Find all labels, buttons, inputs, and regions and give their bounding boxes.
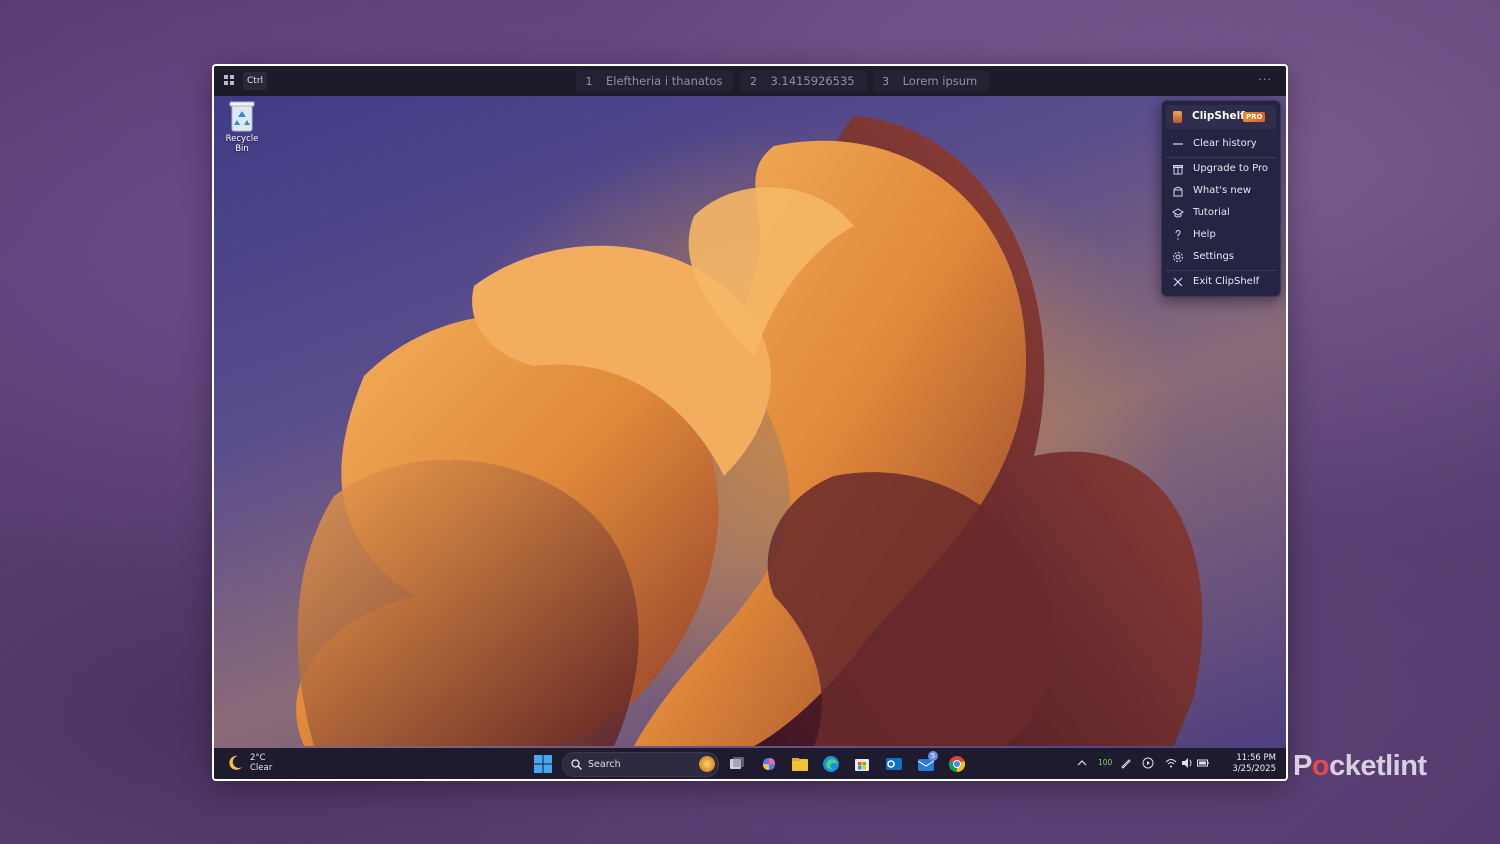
media-play-icon[interactable]: [1142, 757, 1154, 769]
task-view-icon[interactable]: [728, 755, 746, 773]
outlook-icon[interactable]: [885, 755, 903, 773]
clip-list: 1 Eleftheria i thanatos 2 3.1415926535 3…: [576, 70, 990, 92]
gear-icon: [1173, 252, 1183, 262]
clipshelf-menu: ClipShelf PRO Clear history Upgrade to P…: [1161, 100, 1281, 297]
clip-number: 1: [585, 74, 593, 88]
battery-icon[interactable]: [1197, 757, 1209, 769]
graduation-cap-icon: [1172, 208, 1184, 218]
wallpaper-bloom: [296, 116, 1203, 746]
chevron-up-icon[interactable]: [1076, 757, 1088, 769]
menu-item-label: What's new: [1193, 185, 1252, 196]
minus-icon: [1173, 143, 1183, 145]
pen-icon[interactable]: [1120, 757, 1132, 769]
chrome-icon[interactable]: [948, 755, 966, 773]
menu-header: ClipShelf PRO: [1166, 105, 1276, 129]
clip-number: 2: [749, 74, 757, 88]
clip-item[interactable]: 3 Lorem ipsum: [872, 70, 990, 92]
mail-badge: 5: [928, 751, 938, 761]
watermark-text-end: cketlint: [1329, 750, 1427, 782]
clock-date: 3/25/2025: [1232, 764, 1276, 774]
menu-item-settings[interactable]: Settings: [1162, 247, 1280, 267]
close-icon: [1173, 277, 1183, 287]
clip-item[interactable]: 1 Eleftheria i thanatos: [576, 70, 735, 92]
pocketlint-watermark: Pocketlint: [1293, 750, 1427, 783]
watermark-text-start: P: [1293, 750, 1312, 782]
gift-icon: [1173, 165, 1183, 175]
menu-item-label: Upgrade to Pro: [1193, 163, 1269, 174]
recycle-bin-label: Recycle Bin: [225, 134, 259, 154]
clipshelf-bar: Ctrl 1 Eleftheria i thanatos 2 3.1415926…: [214, 66, 1286, 96]
recycle-bin[interactable]: Recycle Bin: [218, 100, 266, 154]
menu-divider: [1166, 270, 1276, 271]
desktop-window: Ctrl 1 Eleftheria i thanatos 2 3.1415926…: [212, 64, 1288, 781]
weather-desc: Clear: [250, 763, 273, 773]
search-icon: [571, 759, 582, 770]
moon-icon: [229, 755, 242, 770]
ctrl-key-badge: Ctrl: [243, 72, 268, 90]
windows-start-icon[interactable]: [534, 755, 552, 773]
clip-number: 3: [882, 74, 890, 88]
weather-temp: 2°C: [250, 753, 266, 763]
grid-icon[interactable]: [224, 75, 234, 85]
edge-browser-icon[interactable]: [822, 755, 840, 773]
clip-item[interactable]: 2 3.1415926535: [740, 70, 867, 92]
menu-item-exit[interactable]: Exit ClipShelf: [1162, 272, 1280, 292]
store-icon[interactable]: [853, 755, 871, 773]
clip-text: Lorem ipsum: [902, 74, 978, 88]
menu-item-clear-history[interactable]: Clear history: [1162, 134, 1280, 154]
watermark-power-o: o: [1311, 750, 1330, 782]
search-highlight-icon: [699, 756, 715, 772]
menu-item-upgrade[interactable]: Upgrade to Pro: [1162, 159, 1280, 179]
search-placeholder: Search: [588, 759, 621, 770]
menu-divider: [1166, 157, 1276, 158]
file-explorer-icon[interactable]: [791, 755, 809, 773]
menu-item-label: Tutorial: [1193, 207, 1230, 218]
menu-app-name: ClipShelf: [1192, 110, 1245, 122]
question-icon: [1175, 229, 1181, 240]
battery-level: 100: [1098, 758, 1113, 767]
taskbar-clock[interactable]: 11:56 PM 3/25/2025: [1232, 753, 1276, 775]
clip-text: 3.1415926535: [770, 74, 855, 88]
copilot-icon[interactable]: [760, 755, 778, 773]
volume-icon[interactable]: [1181, 757, 1193, 769]
gift-open-icon: [1173, 186, 1183, 197]
wifi-icon[interactable]: [1165, 757, 1177, 769]
weather-widget[interactable]: 2°C Clear: [226, 753, 272, 773]
menu-item-label: Clear history: [1193, 138, 1257, 149]
menu-item-label: Settings: [1193, 251, 1235, 262]
taskbar-search[interactable]: Search: [562, 752, 719, 777]
taskbar: 2°C Clear Search 5 100 11:56 PM 3/25/202…: [214, 748, 1286, 779]
more-options-button[interactable]: ···: [1259, 73, 1273, 86]
menu-item-label: Help: [1193, 229, 1216, 240]
clip-text: Eleftheria i thanatos: [606, 74, 723, 88]
clipshelf-logo-icon: [1173, 111, 1182, 123]
menu-item-help[interactable]: Help: [1162, 225, 1280, 245]
menu-item-whats-new[interactable]: What's new: [1162, 181, 1280, 201]
menu-item-label: Exit ClipShelf: [1193, 276, 1260, 287]
recycle-bin-icon: [229, 101, 255, 132]
clock-time: 11:56 PM: [1236, 753, 1276, 763]
pro-badge: PRO: [1243, 112, 1266, 122]
menu-item-tutorial[interactable]: Tutorial: [1162, 203, 1280, 223]
